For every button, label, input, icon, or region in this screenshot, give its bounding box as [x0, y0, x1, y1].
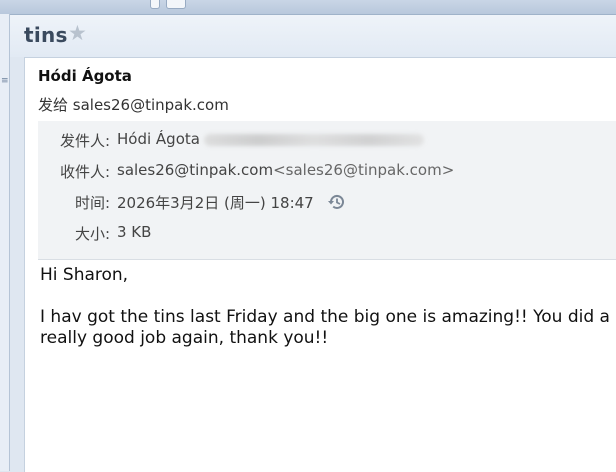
sender-name[interactable]: Hódi Ágota — [38, 67, 132, 85]
tab-stub[interactable] — [150, 0, 160, 9]
window-top-strip — [0, 0, 616, 15]
redacted-email — [203, 133, 424, 146]
left-gutter[interactable]: ≡ — [0, 14, 10, 471]
history-icon[interactable] — [327, 193, 347, 215]
star-icon[interactable]: ★ — [68, 21, 87, 45]
time-value: 2026年3月2日 (周一) 18:47 — [117, 194, 314, 212]
to-label: 收件人: — [59, 163, 110, 181]
to-name[interactable]: sales26@tinpak.com — [117, 161, 273, 179]
to-address: <sales26@tinpak.com> — [273, 161, 455, 179]
message-body: Hi Sharon, I hav got the tins last Frida… — [40, 265, 610, 349]
body-paragraph: I hav got the tins last Friday and the b… — [40, 307, 610, 348]
from-label: 发件人: — [59, 132, 110, 150]
message-subject: tins — [24, 23, 68, 47]
subject-bar: tins ★ — [10, 15, 616, 57]
tab-stub[interactable] — [166, 0, 186, 9]
time-label: 时间: — [74, 194, 110, 212]
size-value: 3 KB — [117, 223, 152, 241]
message-pane: Hódi Ágota 发给 sales26@tinpak.com 发件人: Hó… — [24, 57, 616, 472]
splitter-grip-icon[interactable]: ≡ — [1, 77, 9, 90]
recipient-summary: 发给 sales26@tinpak.com — [38, 96, 229, 114]
body-greeting: Hi Sharon, — [40, 265, 129, 285]
message-details: 发件人: Hódi Ágota 收件人: sales26@tinpak.com<… — [38, 121, 616, 260]
size-label: 大小: — [74, 225, 110, 243]
from-name[interactable]: Hódi Ágota — [117, 130, 200, 148]
